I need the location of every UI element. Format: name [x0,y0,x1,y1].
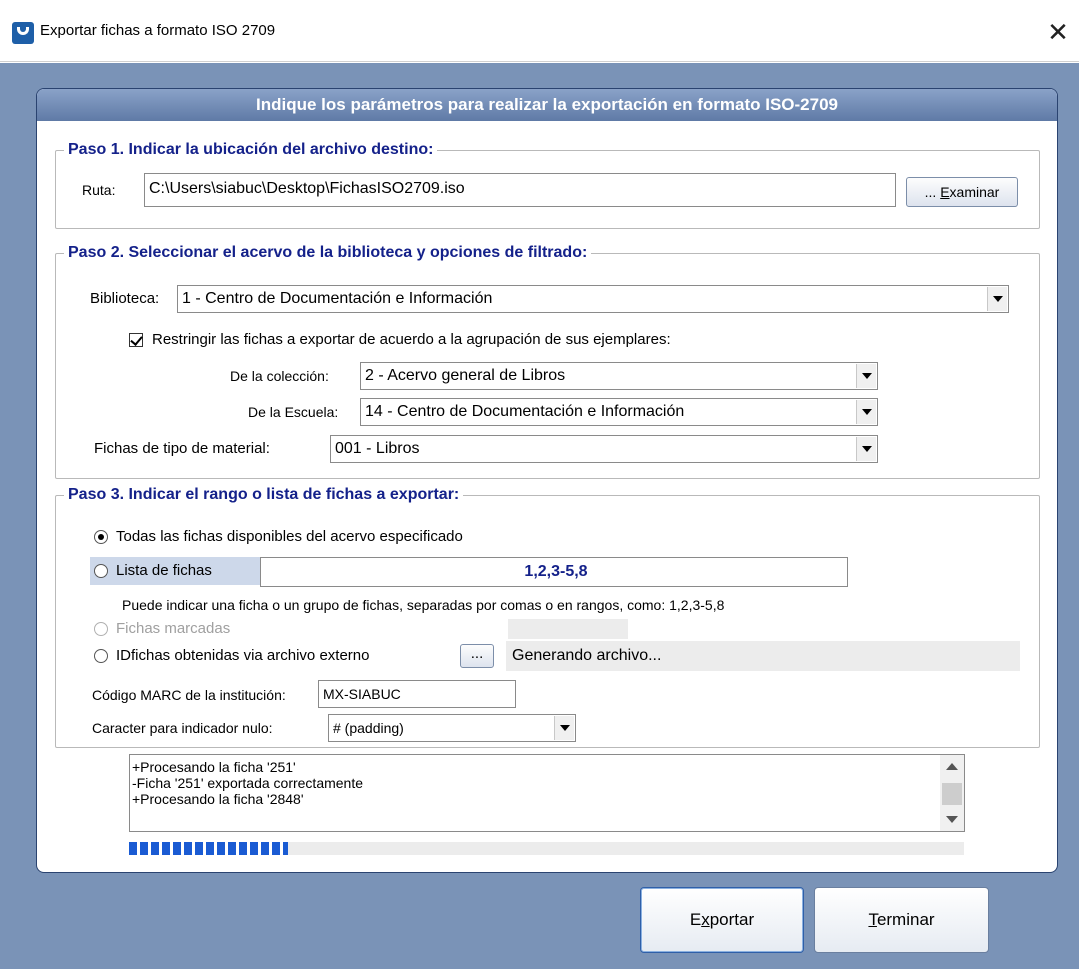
school-value: 14 - Centro de Documentación e Informaci… [365,403,685,420]
null-indicator-value: # (padding) [333,720,404,736]
chevron-down-icon[interactable] [856,400,876,424]
step1-group: Paso 1. Indicar la ubicación del archivo… [55,140,1040,229]
route-input[interactable]: C:\Users\siabuc\Desktop\FichasISO2709.is… [144,173,896,207]
external-file-status: Generando archivo... [506,641,1020,671]
export-progress-bar [129,842,964,855]
export-button[interactable]: Exportar [640,887,804,953]
radio-record-list[interactable] [94,564,108,578]
finish-mnemonic: T [868,910,877,929]
close-button[interactable]: ✕ [1040,14,1076,50]
finish-post: erminar [876,910,935,929]
chevron-down-icon[interactable] [554,716,574,740]
collection-label: De la colección: [230,368,329,384]
record-list-input[interactable]: 1,2,3-5,8 [260,557,848,587]
step2-title: Paso 2. Seleccionar el acervo de la bibl… [64,243,592,263]
library-value: 1 - Centro de Documentación e Informació… [182,290,493,307]
step3-title: Paso 3. Indicar el rango o lista de fich… [64,485,464,505]
all-records-label: Todas las fichas disponibles del acervo … [116,528,463,545]
browse-rest: xaminar [949,184,1000,200]
restrict-checkbox[interactable] [129,333,143,347]
collection-select[interactable]: 2 - Acervo general de Libros [360,362,878,390]
browse-button[interactable]: ... Examinar [906,177,1018,207]
collection-value: 2 - Acervo general de Libros [365,367,566,384]
log-line: -Ficha '251' exportada correctamente [132,775,364,791]
material-select[interactable]: 001 - Libros [330,435,878,463]
marked-records-label: Fichas marcadas [116,620,231,637]
step1-title: Paso 1. Indicar la ubicación del archivo… [64,140,438,160]
finish-button[interactable]: Terminar [814,887,989,953]
log-line: +Procesando la ficha '251' [132,759,296,775]
log-line: +Procesando la ficha '2848' [132,791,304,807]
school-label: De la Escuela: [248,404,339,420]
progress-fill [129,842,288,855]
chevron-down-icon[interactable] [856,437,876,461]
window-title: Exportar fichas a formato ISO 2709 [40,22,276,39]
log-scrollbar[interactable] [940,755,964,831]
dialog-client-area: Indique los parámetros para realizar la … [0,63,1079,969]
material-value: 001 - Libros [335,440,420,457]
library-select[interactable]: 1 - Centro de Documentación e Informació… [177,285,1009,313]
process-log[interactable]: +Procesando la ficha '251' -Ficha '251' … [129,754,965,832]
browse-prefix: ... [924,184,941,200]
panel-header: Indique los parámetros para realizar la … [37,89,1057,121]
null-indicator-label: Caracter para indicador nulo: [92,720,273,736]
school-select[interactable]: 14 - Centro de Documentación e Informaci… [360,398,878,426]
null-indicator-select[interactable]: # (padding) [328,714,576,742]
export-mnemonic: x [701,910,710,929]
external-file-label: IDfichas obtenidas via archivo externo [116,647,370,664]
radio-external-file[interactable] [94,649,108,663]
export-pre: E [689,910,702,929]
external-file-browse-button[interactable]: ... [460,644,494,668]
step2-group: Paso 2. Seleccionar el acervo de la bibl… [55,243,1040,479]
record-list-hint: Puede indicar una ficha o un grupo de fi… [122,597,725,613]
library-label: Biblioteca: [90,290,160,307]
step3-group: Paso 3. Indicar el rango o lista de fich… [55,485,1040,748]
radio-marked-records[interactable] [94,622,108,636]
chevron-down-icon[interactable] [987,287,1007,311]
browse-mnemonic: E [940,184,950,200]
scroll-down-icon[interactable] [946,816,958,823]
radio-all-records[interactable] [94,530,108,544]
scroll-up-icon[interactable] [946,763,958,770]
restrict-label: Restringir las fichas a exportar de acue… [152,331,671,348]
material-label: Fichas de tipo de material: [94,440,270,457]
scroll-thumb[interactable] [942,783,962,805]
record-list-label: Lista de fichas [116,562,212,579]
marc-code-label: Código MARC de la institución: [92,687,286,703]
title-bar: Exportar fichas a formato ISO 2709 ✕ [0,0,1079,62]
route-label: Ruta: [82,182,116,198]
app-logo-icon [12,22,34,44]
chevron-down-icon[interactable] [856,364,876,388]
marked-records-count [508,619,628,639]
export-post: portar [709,910,755,929]
marc-code-input[interactable]: MX-SIABUC [318,680,516,708]
parameters-panel: Indique los parámetros para realizar la … [36,88,1058,873]
